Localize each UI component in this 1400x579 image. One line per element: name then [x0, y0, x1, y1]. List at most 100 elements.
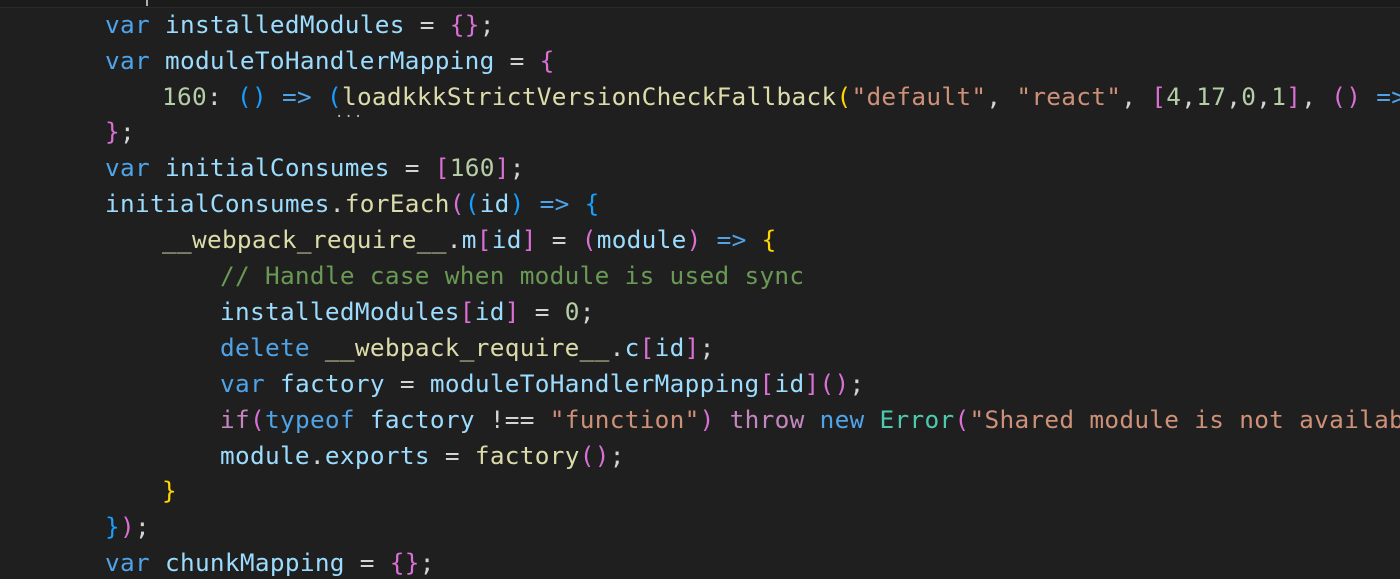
token-string: "react" [1016, 82, 1122, 111]
code-line[interactable]: if(typeof factory !== "function") throw … [220, 402, 1400, 438]
code-line[interactable]: installedModules[id] = 0; [220, 294, 595, 330]
token-operator: = [509, 46, 525, 75]
token-string: "Shared module is not available [969, 405, 1400, 434]
token-control: throw [729, 405, 805, 434]
token-arrow: => [716, 225, 747, 254]
code-line[interactable]: var installedModules = {}; [105, 7, 495, 43]
token-operator: = [359, 548, 375, 577]
token-bracket: ( [819, 369, 835, 398]
token-bracket: ( [464, 189, 480, 218]
token-operator: = [399, 369, 415, 398]
token-bracket: ) [686, 225, 702, 254]
token-keyword: var [105, 153, 150, 182]
code-line[interactable]: }); [105, 509, 150, 545]
code-line[interactable]: }; [105, 114, 135, 150]
token-punctuation: , [986, 82, 1002, 111]
token-number: 17 [1196, 82, 1227, 111]
code-editor[interactable]: var installedModules = {}; var moduleToH… [0, 0, 1400, 579]
token-arrow: => [281, 82, 312, 111]
token-bracket: } [404, 548, 420, 577]
token-bracket: } [105, 117, 120, 146]
token-variable: exports [324, 441, 430, 470]
code-line[interactable]: var chunkMapping = {}; [105, 545, 435, 579]
token-punctuation: , [1121, 82, 1137, 111]
hover-hint-dots[interactable]: ... [335, 106, 363, 120]
token-punctuation: . [446, 225, 462, 254]
token-keyword: var [220, 369, 265, 398]
token-punctuation: . [609, 333, 625, 362]
token-bracket: ] [504, 297, 520, 326]
token-bracket: ] [804, 369, 820, 398]
token-variable: installedModules [164, 10, 405, 39]
token-bracket: [ [459, 297, 475, 326]
code-line[interactable]: initialConsumes.forEach((id) => { [105, 186, 600, 222]
token-punctuation: ; [579, 297, 595, 326]
token-control: if [220, 405, 250, 434]
token-bracket: ( [836, 82, 852, 111]
token-variable: chunkMapping [164, 548, 345, 577]
token-number: 1 [1271, 82, 1287, 111]
token-function[interactable]: factory [475, 441, 580, 470]
token-bracket: { [584, 189, 600, 218]
token-punctuation: ; [135, 512, 150, 541]
code-line[interactable]: // Handle case when module is used sync [220, 258, 804, 294]
token-bracket: ] [1286, 82, 1302, 111]
code-line[interactable]: } [162, 473, 177, 509]
code-line[interactable]: delete __webpack_require__.c[id]; [220, 330, 715, 366]
token-keyword: var [105, 46, 150, 75]
token-operator: = [444, 441, 460, 470]
token-variable: moduleToHandlerMapping [164, 46, 495, 75]
token-arrow: => [1376, 82, 1400, 111]
token-comment: // Handle case when module is used sync [220, 261, 805, 290]
token-bracket: ] [684, 333, 700, 362]
token-variable: installedModules [220, 297, 460, 326]
token-function[interactable]: __webpack_require__ [325, 333, 610, 362]
token-bracket: ) [120, 512, 135, 541]
code-line[interactable]: var moduleToHandlerMapping = { [105, 43, 555, 79]
token-bracket: ) [834, 369, 850, 398]
token-punctuation: . [329, 189, 345, 218]
token-variable: module [220, 441, 310, 470]
token-punctuation: , [1256, 82, 1272, 111]
token-bracket: ( [581, 225, 597, 254]
token-bracket: [ [476, 225, 492, 254]
token-punctuation: ; [120, 117, 135, 146]
token-variable: id [474, 297, 505, 326]
code-line[interactable]: __webpack_require__.m[id] = (module) => … [162, 222, 777, 258]
code-line[interactable]: var initialConsumes = [160]; [105, 150, 525, 186]
token-punctuation: ; [419, 548, 435, 577]
text-cursor [146, 0, 148, 6]
token-function[interactable]: forEach [345, 189, 450, 218]
token-bracket: { [389, 548, 405, 577]
token-function[interactable]: loadkkkStrictVersionCheckFallback [342, 82, 837, 111]
token-variable: module [596, 225, 687, 254]
token-punctuation: , [1181, 82, 1197, 111]
code-line[interactable]: var factory = moduleToHandlerMapping[id]… [220, 366, 865, 402]
token-variable: initialConsumes [164, 153, 390, 182]
token-bracket: ( [236, 82, 252, 111]
token-number: 4 [1166, 82, 1182, 111]
token-bracket: } [105, 512, 120, 541]
token-punctuation: ; [509, 153, 525, 182]
token-variable: id [479, 189, 510, 218]
token-keyword: new [819, 405, 865, 434]
token-class: Error [879, 405, 955, 434]
token-variable: c [624, 333, 640, 362]
token-punctuation: : [206, 82, 222, 111]
token-bracket: ) [594, 441, 610, 470]
token-operator: !== [489, 405, 535, 434]
code-line[interactable]: module.exports = factory(); [220, 438, 625, 474]
token-bracket: ( [449, 189, 465, 218]
token-variable: id [491, 225, 522, 254]
token-bracket: { [761, 225, 777, 254]
token-function[interactable]: __webpack_require__ [162, 225, 447, 254]
token-operator: = [551, 225, 567, 254]
token-variable: moduleToHandlerMapping [429, 369, 760, 398]
token-bracket: [ [1151, 82, 1167, 111]
token-bracket: ( [579, 441, 595, 470]
token-variable: factory [369, 405, 475, 434]
token-number: 0 [1241, 82, 1257, 111]
token-bracket: ( [249, 405, 265, 434]
token-keyword: delete [220, 333, 310, 362]
token-bracket: ] [494, 153, 510, 182]
